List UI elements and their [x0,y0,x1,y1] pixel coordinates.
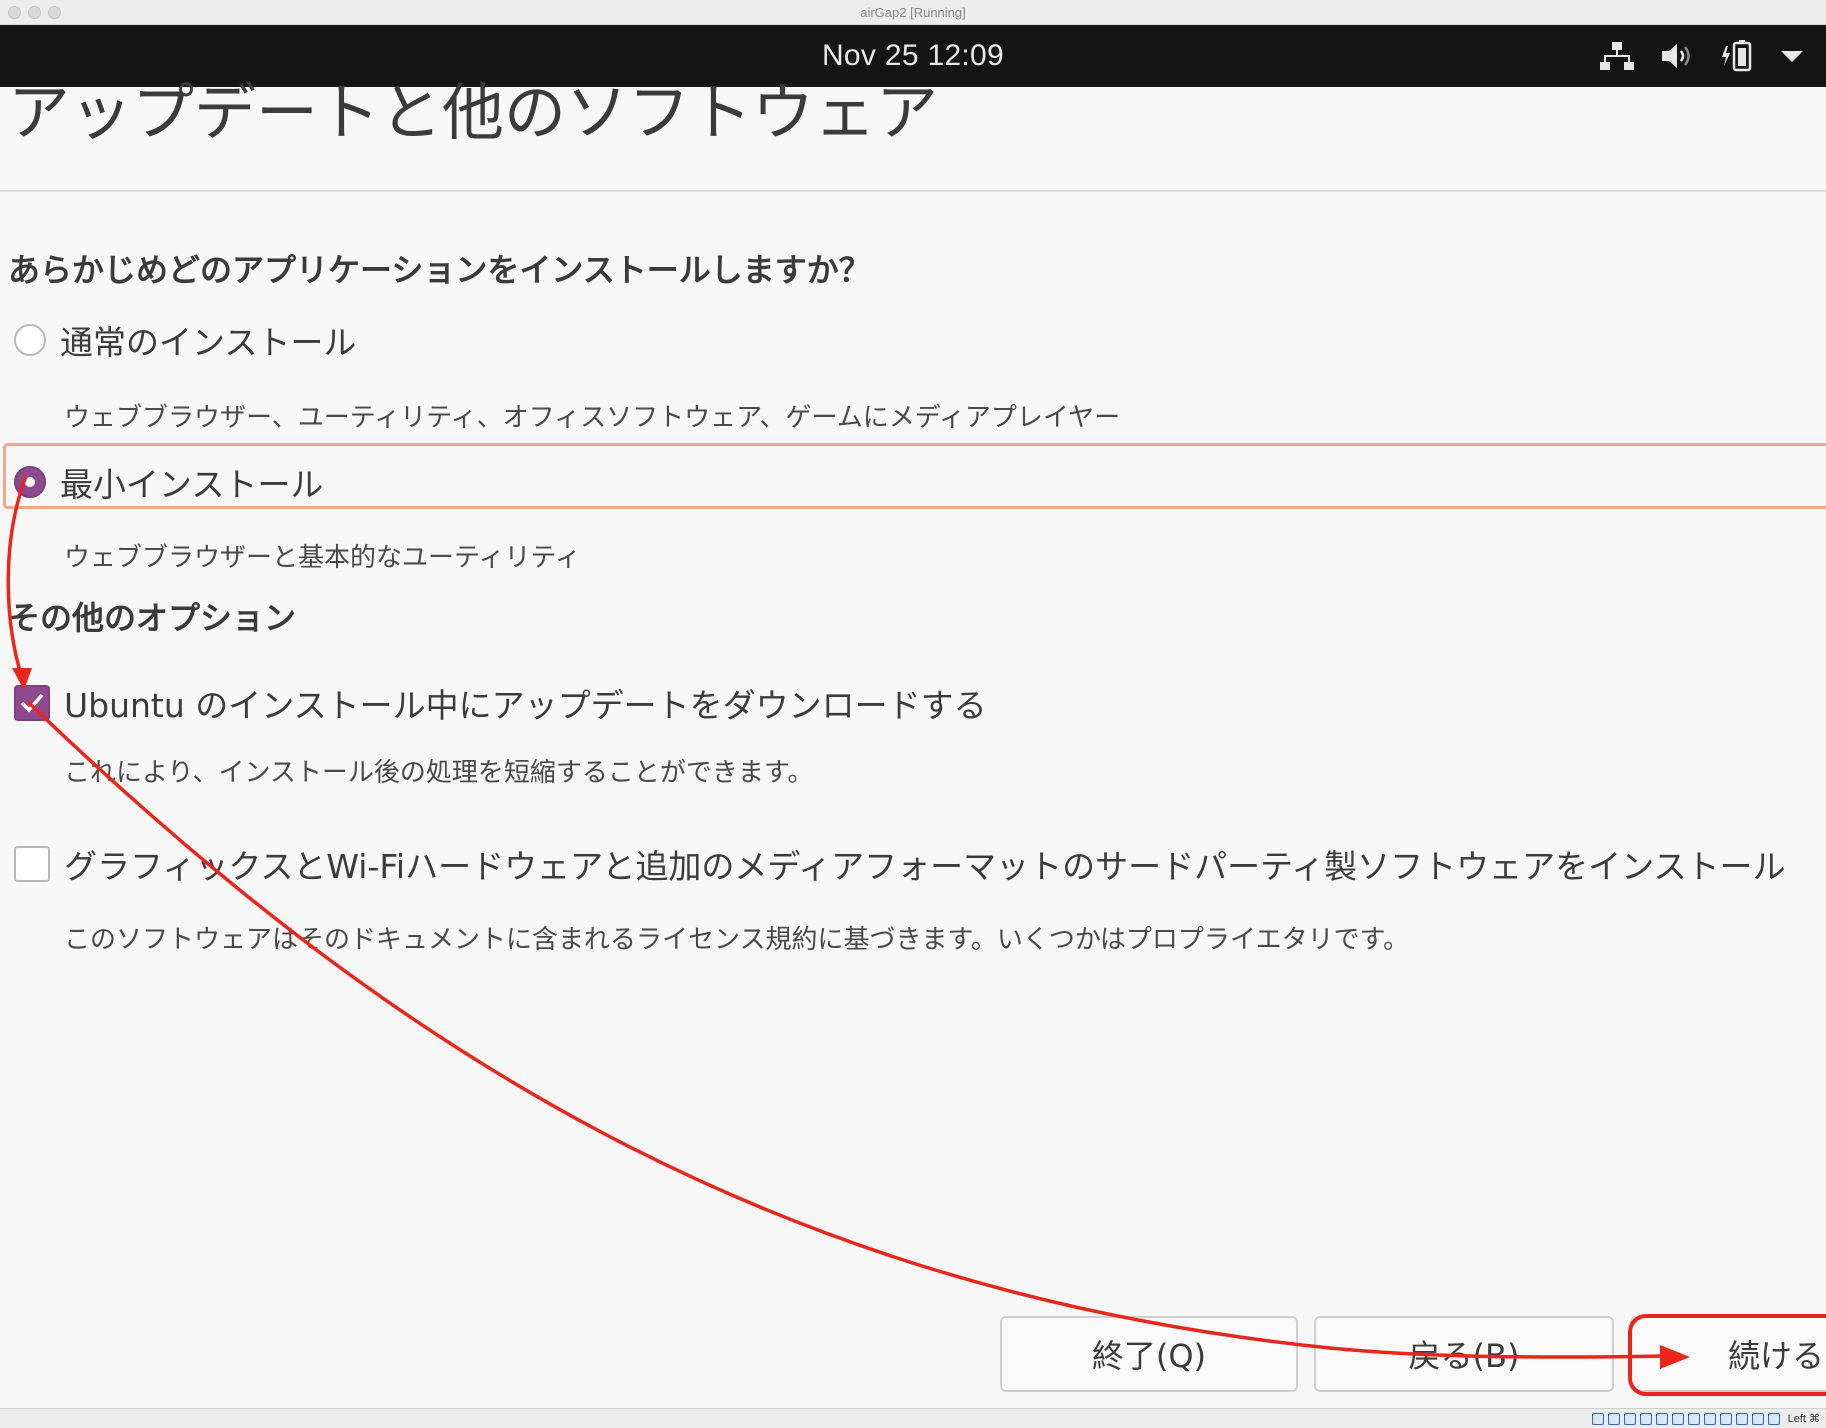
battery-icon[interactable] [1720,40,1754,72]
minimal-install-radio[interactable] [14,466,46,498]
download-updates-label[interactable]: Ubuntu のインストール中にアップデートをダウンロードする [64,679,987,727]
mouse-integration-icon[interactable] [1751,1412,1764,1425]
checkmark-icon [20,693,44,713]
vm-status-bar: Left ⌘ [0,1408,1826,1428]
normal-install-label[interactable]: 通常のインストール [60,316,356,364]
close-window-button[interactable] [8,6,21,19]
minimize-window-button[interactable] [28,6,41,19]
system-tray[interactable] [1600,25,1804,87]
keyboard-icon[interactable] [1767,1412,1780,1425]
download-updates-description: これにより、インストール後の処理を短縮することができます。 [64,758,814,788]
quit-button[interactable]: 終了(Q) [1000,1316,1298,1392]
third-party-software-label[interactable]: グラフィックスとWi-Fiハードウェアと追加のメディアフォーマットのサードパーテ… [64,840,1785,888]
third-party-software-description: このソフトウェアはそのドキュメントに含まれるライセンス規約に基づきます。いくつか… [64,925,1409,955]
window-controls[interactable] [8,6,61,19]
shared-folders-icon[interactable] [1671,1412,1684,1425]
guest-additions-icon[interactable] [1719,1412,1732,1425]
audio-icon[interactable] [1623,1412,1636,1425]
other-options-heading: その他のオプション [8,599,297,637]
continue-annotation-box [1628,1314,1826,1396]
usb-icon[interactable] [1655,1412,1668,1425]
normal-install-description: ウェブブラウザー、ユーティリティ、オフィスソフトウェア、ゲームにメディアプレイヤ… [64,403,1121,433]
minimal-install-option[interactable]: 最小インストール [14,458,323,506]
hard-disk-icon[interactable] [1591,1412,1604,1425]
display-icon[interactable] [1687,1412,1700,1425]
normal-install-option[interactable]: 通常のインストール [14,316,356,364]
recording-icon[interactable] [1703,1412,1716,1425]
host-key-label: Left ⌘ [1787,1413,1820,1425]
download-updates-option[interactable]: Ubuntu のインストール中にアップデートをダウンロードする [14,679,987,727]
third-party-software-option[interactable]: グラフィックスとWi-Fiハードウェアと追加のメディアフォーマットのサードパーテ… [14,840,1785,888]
cpu-icon[interactable] [1735,1412,1748,1425]
network-adapter-icon[interactable] [1639,1412,1652,1425]
third-party-software-checkbox[interactable] [14,846,50,882]
minimal-install-label[interactable]: 最小インストール [60,458,323,506]
optical-drive-icon[interactable] [1607,1412,1620,1425]
volume-icon[interactable] [1660,41,1694,71]
vm-window-title: airGap2 [Running] [860,4,966,20]
network-icon[interactable] [1600,41,1634,71]
normal-install-radio[interactable] [14,324,46,356]
zoom-window-button[interactable] [48,6,61,19]
download-updates-checkbox[interactable] [14,685,50,721]
back-button[interactable]: 戻る(B) [1314,1316,1614,1392]
heading-divider [0,190,1826,192]
vm-window-titlebar: airGap2 [Running] [0,0,1826,25]
arrow-checkbox-to-continue [26,700,1663,1359]
install-type-question: あらかじめどのアプリケーションをインストールしますか？ [8,251,871,289]
page-title: アップデートと他のソフトウェア [8,76,939,149]
minimal-install-description: ウェブブラウザーと基本的なユーティリティ [64,543,581,573]
system-menu-arrow-icon[interactable] [1780,48,1804,64]
